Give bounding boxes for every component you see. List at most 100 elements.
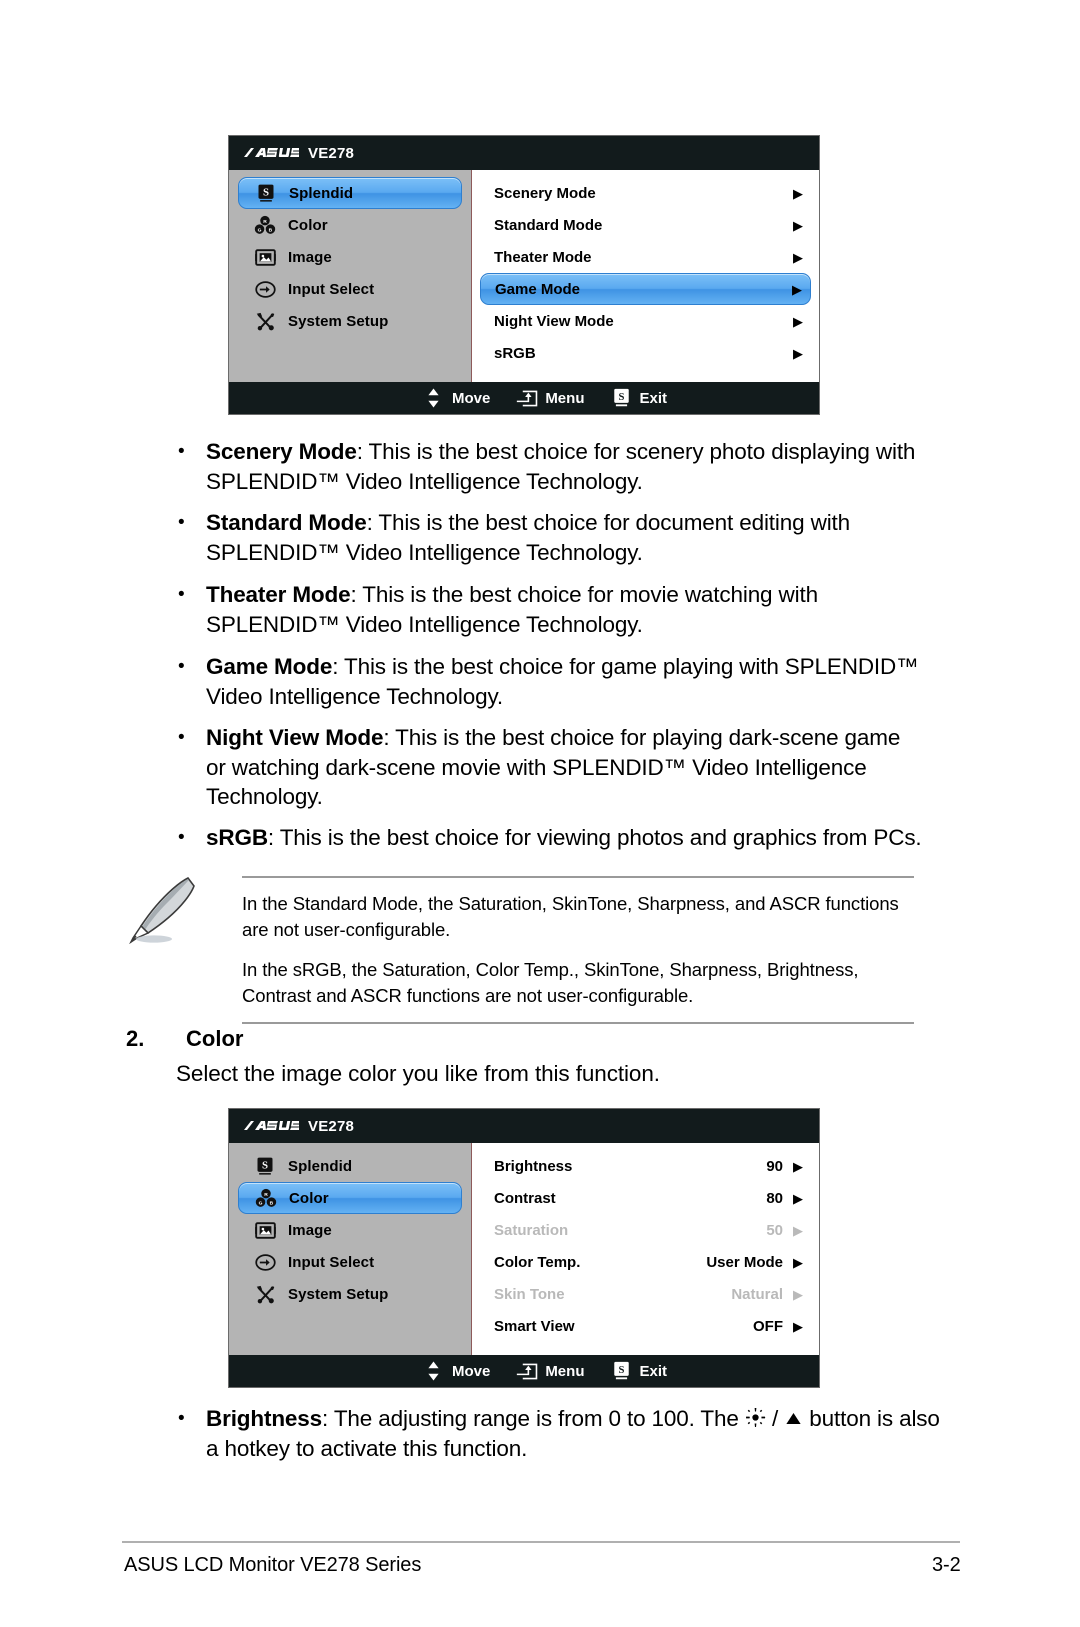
svg-text:G: G xyxy=(259,1200,263,1206)
svg-text:B: B xyxy=(269,227,273,233)
color-icon: RG B xyxy=(255,1187,277,1209)
footer-hint-label: Menu xyxy=(545,1362,585,1380)
asus-logo-icon xyxy=(244,148,299,157)
bullet-bold-label: Standard Mode xyxy=(206,510,367,535)
bullet-text: Night View Mode: This is the best choice… xyxy=(206,723,920,812)
sidebar-item-color[interactable]: R G B Color xyxy=(238,1182,462,1214)
chevron-right-icon[interactable]: ▶ xyxy=(793,1192,803,1205)
osd-sidebar[interactable]: S Splendid R G B Color Image Input Select System… xyxy=(229,170,472,382)
sidebar-item-splendid[interactable]: S Splendid xyxy=(238,177,462,209)
chevron-right-icon[interactable]: ▶ xyxy=(793,219,803,232)
svg-text:R: R xyxy=(263,219,267,225)
page-footer-divider xyxy=(122,1541,960,1543)
bullet-brightness: • Brightness: The adjusting range is fro… xyxy=(160,1404,950,1463)
footer-hint-label: Exit xyxy=(639,389,667,407)
chevron-right-icon[interactable]: ▶ xyxy=(793,1288,803,1301)
bullet-marker: • xyxy=(178,1408,185,1429)
bullet-standard-mode: • Standard Mode: This is the best choice… xyxy=(160,508,930,567)
bullet-rest: : This is the best choice for viewing ph… xyxy=(267,825,922,850)
sidebar-item-system-setup[interactable]: System Setup xyxy=(238,305,462,337)
note-paragraph-2: In the sRGB, the Saturation, Color Temp.… xyxy=(242,959,859,1006)
menu-item-skin-tone[interactable]: Skin Tone Natural ▶ xyxy=(480,1278,811,1310)
bullet-bold-label: sRGB xyxy=(206,825,268,850)
menu-item-label: Standard Mode xyxy=(494,216,603,234)
menu-item-srgb[interactable]: sRGB ▶ xyxy=(480,337,811,369)
bullet-text: sRGB: This is the best choice for viewin… xyxy=(206,823,922,853)
bullet-marker: • xyxy=(178,827,185,848)
bullet-srgb: • sRGB: This is the best choice for view… xyxy=(160,823,950,853)
note-box: In the Standard Mode, the Saturation, Sk… xyxy=(242,876,914,1024)
osd-title-bar: VE278 xyxy=(229,1109,819,1143)
note-paragraph-1: In the Standard Mode, the Saturation, Sk… xyxy=(242,893,899,940)
asus-logo-icon xyxy=(244,1121,299,1130)
menu-item-value: User Mode xyxy=(706,1253,783,1271)
menu-item-brightness[interactable]: Brightness 90 ▶ xyxy=(480,1150,811,1182)
menu-item-color-temp-[interactable]: Color Temp. User Mode ▶ xyxy=(480,1246,811,1278)
menu-item-scenery-mode[interactable]: Scenery Mode ▶ xyxy=(480,177,811,209)
chevron-right-icon[interactable]: ▶ xyxy=(793,347,803,360)
osd-footer-bar: Move Menu S Exit xyxy=(229,382,819,414)
chevron-right-icon[interactable]: ▶ xyxy=(793,1320,803,1333)
menu-item-game-mode[interactable]: Game Mode ▶ xyxy=(480,273,811,305)
menu-item-smart-view[interactable]: Smart View OFF ▶ xyxy=(480,1310,811,1342)
bullet-marker: • xyxy=(178,727,185,748)
sidebar-item-image[interactable]: Image xyxy=(238,1214,462,1246)
splendid-icon: S xyxy=(254,1155,276,1177)
section-number: 2. xyxy=(126,1026,145,1051)
menu-item-night-view-mode[interactable]: Night View Mode ▶ xyxy=(480,305,811,337)
bullet-marker: • xyxy=(178,441,185,462)
system-setup-icon xyxy=(254,1283,276,1305)
sidebar-item-input-select[interactable]: Input Select xyxy=(238,273,462,305)
up-arrow-icon xyxy=(786,1412,801,1425)
brightness-sun-icon xyxy=(745,1408,766,1427)
svg-text:S: S xyxy=(619,392,625,403)
chevron-right-icon[interactable]: ▶ xyxy=(793,187,803,200)
osd-main-list[interactable]: Scenery Mode ▶ Standard Mode ▶ Theater Mode ▶… xyxy=(472,170,819,382)
chevron-right-icon[interactable]: ▶ xyxy=(793,251,803,264)
sidebar-item-label: System Setup xyxy=(288,312,389,330)
input-select-icon xyxy=(254,278,276,300)
sidebar-item-color[interactable]: R G B Color xyxy=(238,209,462,241)
bullet-text: Theater Mode: This is the best choice fo… xyxy=(206,580,930,639)
bullet-bold-label: Brightness xyxy=(206,1406,323,1431)
section-lead-text: Select the image color you like from thi… xyxy=(176,1061,660,1086)
footer-hint-exit: S Exit xyxy=(610,1360,667,1382)
menu-item-label: Skin Tone xyxy=(494,1285,565,1303)
sidebar-item-input-select[interactable]: Input Select xyxy=(238,1246,462,1278)
bullet-game-mode: • Game Mode: This is the best choice for… xyxy=(160,652,940,711)
splendid-s-icon: S xyxy=(610,387,632,409)
sidebar-item-splendid[interactable]: S Splendid xyxy=(238,1150,462,1182)
footer-hint-menu: Menu xyxy=(516,387,584,409)
menu-item-contrast[interactable]: Contrast 80 ▶ xyxy=(480,1182,811,1214)
osd-color-menu[interactable]: VE278 S Splendid R G B Color Image Input Select… xyxy=(228,1108,820,1388)
sidebar-item-label: Input Select xyxy=(288,280,375,298)
sidebar-item-label: Input Select xyxy=(288,1253,375,1271)
sidebar-item-label: Color xyxy=(289,1189,329,1207)
bullet-bold-label: Theater Mode xyxy=(206,582,351,607)
menu-item-theater-mode[interactable]: Theater Mode ▶ xyxy=(480,241,811,273)
bullet-part1: : The adjusting range is from 0 to 100. … xyxy=(322,1406,745,1431)
menu-item-value: 80 xyxy=(766,1189,783,1207)
chevron-right-icon[interactable]: ▶ xyxy=(793,1256,803,1269)
page-footer-right: 3-2 xyxy=(932,1554,961,1576)
footer-hint-menu: Menu xyxy=(516,1360,584,1382)
chevron-right-icon[interactable]: ▶ xyxy=(793,315,803,328)
chevron-right-icon[interactable]: ▶ xyxy=(793,1224,803,1237)
menu-item-value: 90 xyxy=(766,1157,783,1175)
sidebar-item-image[interactable]: Image xyxy=(238,241,462,273)
menu-item-label: Contrast xyxy=(494,1189,556,1207)
bullet-marker: • xyxy=(178,656,185,677)
menu-item-label: Color Temp. xyxy=(494,1253,581,1271)
osd-footer-bar: Move Menu S Exit xyxy=(229,1355,819,1387)
chevron-right-icon[interactable]: ▶ xyxy=(793,1160,803,1173)
footer-hint-exit: S Exit xyxy=(610,387,667,409)
osd-splendid-menu[interactable]: VE278 S Splendid R G B Color Image Input Select… xyxy=(228,135,820,415)
osd-sidebar[interactable]: S Splendid R G B Color Image Input Select System… xyxy=(229,1143,472,1355)
menu-item-label: Smart View xyxy=(494,1317,575,1335)
menu-item-standard-mode[interactable]: Standard Mode ▶ xyxy=(480,209,811,241)
bullet-theater-mode: • Theater Mode: This is the best choice … xyxy=(160,580,930,639)
menu-item-saturation[interactable]: Saturation 50 ▶ xyxy=(480,1214,811,1246)
sidebar-item-system-setup[interactable]: System Setup xyxy=(238,1278,462,1310)
osd-main-list[interactable]: Brightness 90 ▶ Contrast 80 ▶ Saturation 50 ▶ Col… xyxy=(472,1143,819,1355)
chevron-right-icon[interactable]: ▶ xyxy=(792,283,802,296)
